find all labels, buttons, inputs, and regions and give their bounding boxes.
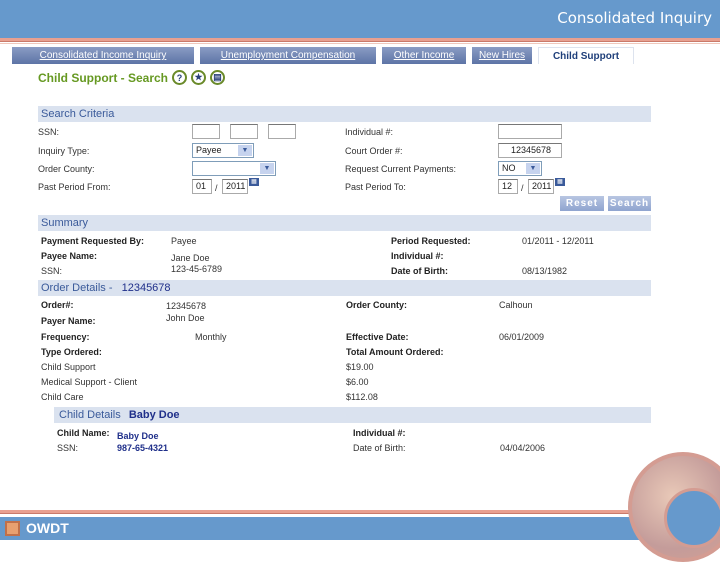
- effective-date-value: 06/01/2009: [499, 332, 545, 342]
- header-divider: [0, 38, 720, 42]
- inquiry-type-value: Payee: [196, 145, 222, 155]
- past-period-to-label: Past Period To:: [345, 182, 406, 192]
- child-name-value: Baby Doe: [117, 431, 159, 441]
- frequency-label: Frequency:: [41, 332, 90, 342]
- child-details-title: Child Details: [59, 409, 121, 421]
- frequency-value: Monthly: [195, 332, 227, 342]
- tab-consolidated-income-inquiry[interactable]: Consolidated Income Inquiry: [12, 47, 194, 64]
- calendar-icon[interactable]: ▦: [249, 178, 259, 186]
- photo-inner-circle: [664, 488, 720, 548]
- order-county-detail-label: Order County:: [346, 300, 408, 310]
- child-dob-label: Date of Birth:: [353, 443, 406, 453]
- search-criteria-header: Search Criteria: [38, 106, 651, 122]
- period-requested-value: 01/2011 - 12/2011: [522, 236, 594, 246]
- order-county-select[interactable]: ▼: [192, 161, 276, 176]
- search-button[interactable]: Search: [608, 196, 651, 211]
- past-from-month-input[interactable]: 01: [192, 179, 212, 194]
- individual-number-label: Individual #:: [345, 127, 394, 137]
- child-details-header: Child Details Baby Doe: [54, 407, 651, 423]
- payment-requested-by-value: Payee: [171, 236, 197, 246]
- order-item-type: Child Support: [41, 362, 96, 372]
- order-item-type: Child Care: [41, 392, 84, 402]
- logo-mark-icon: [5, 520, 20, 536]
- tab-bar: Consolidated Income Inquiry Unemployment…: [12, 47, 640, 64]
- ssn-part2-input[interactable]: [230, 124, 258, 139]
- app-title: Consolidated Inquiry: [557, 9, 712, 27]
- footer-bar: [0, 517, 720, 540]
- summary-dob-label: Date of Birth:: [391, 266, 448, 276]
- order-county-label: Order County:: [38, 164, 95, 174]
- payee-ssn-label: SSN:: [41, 266, 63, 276]
- payment-requested-by-label: Payment Requested By:: [41, 236, 145, 246]
- past-from-year-input[interactable]: 2011: [222, 179, 248, 194]
- reset-button[interactable]: Reset: [560, 196, 604, 211]
- payer-name-value: John Doe: [166, 313, 205, 323]
- tab-child-support[interactable]: Child Support: [538, 47, 634, 64]
- payee-ssn-value: 123-45-6789: [171, 264, 223, 274]
- calendar-icon[interactable]: ▦: [555, 178, 565, 186]
- tab-new-hires[interactable]: New Hires: [472, 47, 532, 64]
- court-order-input[interactable]: 12345678: [498, 143, 562, 158]
- summary-dob-value: 08/13/1982: [522, 266, 568, 276]
- family-photo-circle: [628, 452, 720, 562]
- past-to-month-input[interactable]: 12: [498, 179, 518, 194]
- child-dob-value: 04/04/2006: [500, 443, 546, 453]
- chevron-down-icon: ▼: [260, 163, 274, 174]
- payer-name-label: Payer Name:: [41, 316, 96, 326]
- order-details-title: Order Details -: [41, 282, 113, 294]
- inquiry-type-select[interactable]: Payee ▼: [192, 143, 254, 158]
- logo-text: OWDT: [26, 520, 69, 536]
- ssn-part3-input[interactable]: [268, 124, 296, 139]
- type-ordered-label: Type Ordered:: [41, 347, 102, 357]
- child-ssn-value: 987-65-4321: [117, 443, 169, 453]
- request-current-payments-select[interactable]: NO ▼: [498, 161, 542, 176]
- page-title-text: Child Support - Search: [38, 70, 169, 85]
- order-number-value: 12345678: [166, 301, 207, 311]
- ssn-label: SSN:: [38, 127, 60, 137]
- child-ssn-label: SSN:: [57, 443, 79, 453]
- favorite-star-icon[interactable]: ★: [191, 70, 207, 85]
- print-document-icon[interactable]: ▤: [210, 70, 226, 85]
- order-item-amount: $6.00: [346, 377, 369, 387]
- child-individual-label: Individual #:: [353, 428, 406, 438]
- order-details-header: Order Details - 12345678: [38, 280, 651, 296]
- help-icon[interactable]: ?: [172, 70, 188, 85]
- footer-divider: [0, 510, 720, 514]
- total-amount-ordered-label: Total Amount Ordered:: [346, 347, 444, 357]
- page-title: Child Support - Search ? ★ ▤: [38, 70, 226, 85]
- effective-date-label: Effective Date:: [346, 332, 409, 342]
- request-current-payments-value: NO: [502, 163, 516, 173]
- header-divider-line: [0, 43, 720, 44]
- order-item-type: Medical Support - Client: [41, 377, 138, 387]
- chevron-down-icon: ▼: [238, 145, 252, 156]
- past-period-from-label: Past Period From:: [38, 182, 111, 192]
- request-current-payments-label: Request Current Payments:: [345, 164, 457, 174]
- ssn-part1-input[interactable]: [192, 124, 220, 139]
- order-number-label: Order#:: [41, 300, 74, 310]
- summary-header: Summary: [38, 215, 651, 231]
- individual-number-input[interactable]: [498, 124, 562, 139]
- tab-unemployment-compensation[interactable]: Unemployment Compensation: [200, 47, 376, 64]
- date-separator: /: [215, 183, 218, 193]
- payee-name-label: Payee Name:: [41, 251, 98, 261]
- order-county-detail-value: Calhoun: [499, 300, 533, 310]
- owdt-logo: OWDT: [5, 520, 69, 536]
- date-separator: /: [521, 183, 524, 193]
- payee-name-value: Jane Doe: [171, 253, 210, 263]
- chevron-down-icon: ▼: [526, 163, 540, 174]
- past-to-year-input[interactable]: 2011: [528, 179, 554, 194]
- tab-other-income[interactable]: Other Income: [382, 47, 466, 64]
- court-order-label: Court Order #:: [345, 146, 403, 156]
- period-requested-label: Period Requested:: [391, 236, 471, 246]
- header-bar: Consolidated Inquiry: [0, 0, 720, 38]
- inquiry-type-label: Inquiry Type:: [38, 146, 90, 156]
- order-item-amount: $112.08: [346, 392, 378, 402]
- order-details-number: 12345678: [121, 282, 171, 294]
- child-name-label: Child Name:: [57, 428, 110, 438]
- child-details-name: Baby Doe: [128, 409, 180, 421]
- order-item-amount: $19.00: [346, 362, 374, 372]
- summary-individual-label: Individual #:: [391, 251, 444, 261]
